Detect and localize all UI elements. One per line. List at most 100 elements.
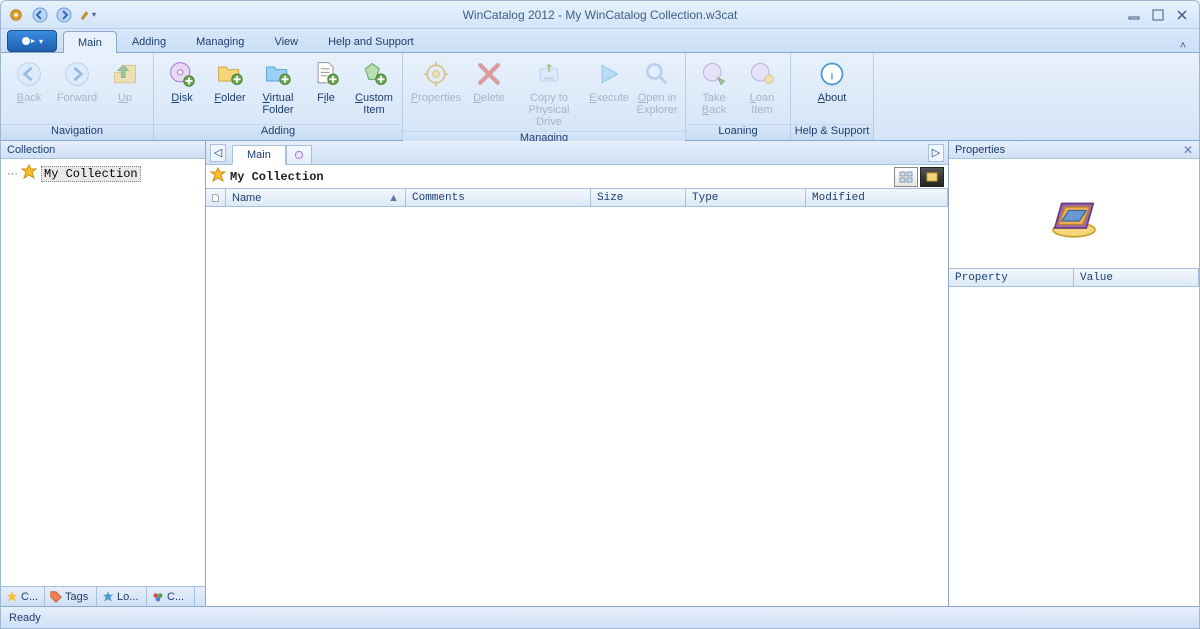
up-button[interactable]: Up <box>101 55 149 107</box>
properties-pane: Properties ✕ Property Value <box>949 141 1199 606</box>
tab-main[interactable]: Main <box>63 31 117 53</box>
view-details-button[interactable] <box>920 167 944 187</box>
tree-item-label: My Collection <box>41 166 141 182</box>
ribbon: Back Forward Up Navigation Disk Folder V… <box>1 53 1199 141</box>
app-icon[interactable] <box>5 5 27 25</box>
folder-button[interactable]: Folder <box>206 55 254 107</box>
folder-icon <box>214 58 246 90</box>
tags-tab-icon <box>49 590 63 604</box>
quick-access-toolbar: ▾ <box>1 5 103 25</box>
about-button[interactable]: iAbout <box>795 55 869 107</box>
tab-view[interactable]: View <box>259 30 313 52</box>
app-window: ▾ WinCatalog 2012 - My WinCatalog Collec… <box>0 0 1200 629</box>
btab-contacts[interactable]: C... <box>147 587 195 606</box>
execute-icon <box>593 58 625 90</box>
btab-tags[interactable]: Tags <box>45 587 97 606</box>
group-help-support: iAbout Help & Support <box>791 53 874 140</box>
status-bar: Ready <box>1 606 1199 628</box>
content-pane: ◁ Main ▷ My Collection Name▲ Comments Si… <box>206 141 949 606</box>
window-controls <box>1125 8 1199 22</box>
contacts-tab-icon <box>151 590 165 604</box>
grid-header: Name▲ Comments Size Type Modified <box>206 189 948 207</box>
maximize-button[interactable] <box>1149 8 1167 22</box>
tabs-scroll-right[interactable]: ▷ <box>928 144 944 162</box>
properties-header: Properties ✕ <box>949 141 1199 159</box>
locations-tab-icon <box>101 590 115 604</box>
minimize-button[interactable] <box>1125 8 1143 22</box>
search-tab-icon <box>293 149 305 161</box>
tab-help[interactable]: Help and Support <box>313 30 429 52</box>
window-title: WinCatalog 2012 - My WinCatalog Collecti… <box>463 8 738 22</box>
up-icon <box>109 58 141 90</box>
customize-icon[interactable]: ▾ <box>77 5 99 25</box>
forward-icon <box>61 58 93 90</box>
delete-icon <box>473 58 505 90</box>
doc-tab-main[interactable]: Main <box>232 145 286 165</box>
title-bar: ▾ WinCatalog 2012 - My WinCatalog Collec… <box>1 1 1199 29</box>
back-icon[interactable] <box>29 5 51 25</box>
col-comments[interactable]: Comments <box>406 189 591 206</box>
virtual-folder-icon <box>262 58 294 90</box>
tab-adding[interactable]: Adding <box>117 30 181 52</box>
copy-to-drive-button[interactable]: Copy toPhysical Drive <box>513 55 585 131</box>
file-icon <box>310 58 342 90</box>
custom-item-button[interactable]: CustomItem <box>350 55 398 119</box>
view-thumbnails-button[interactable] <box>894 167 918 187</box>
close-button[interactable] <box>1173 8 1191 22</box>
group-navigation: Back Forward Up Navigation <box>1 53 154 140</box>
path-bar: My Collection <box>206 165 948 189</box>
file-button[interactable]: File <box>302 55 350 107</box>
forward-button[interactable]: Forward <box>53 55 101 107</box>
col-size[interactable]: Size <box>591 189 686 206</box>
collection-pane: Collection ⋯ My Collection C... Tags Lo.… <box>1 141 206 606</box>
delete-button[interactable]: Delete <box>465 55 513 107</box>
tree-connector: ⋯ <box>7 167 17 180</box>
grid-body[interactable] <box>206 207 948 606</box>
document-tabs: ◁ Main ▷ <box>206 141 948 165</box>
col-modified[interactable]: Modified <box>806 189 948 206</box>
execute-button[interactable]: Execute <box>585 55 633 107</box>
collection-tab-icon <box>5 590 19 604</box>
tabs-scroll-left[interactable]: ◁ <box>210 144 226 162</box>
back-button[interactable]: Back <box>5 55 53 107</box>
sort-asc-icon: ▲ <box>388 192 399 204</box>
group-managing: Properties Delete Copy toPhysical Drive … <box>403 53 686 140</box>
forward-icon[interactable] <box>53 5 75 25</box>
virtual-folder-button[interactable]: VirtualFolder <box>254 55 302 119</box>
path-text: My Collection <box>226 170 892 184</box>
left-bottom-tabs: C... Tags Lo... C... <box>1 586 205 606</box>
loan-icon <box>746 58 778 90</box>
tree-root-item[interactable]: ⋯ My Collection <box>5 163 201 184</box>
col-value[interactable]: Value <box>1074 269 1199 286</box>
doc-tab-search[interactable] <box>286 145 312 165</box>
col-icon[interactable] <box>206 189 226 206</box>
btab-locations[interactable]: Lo... <box>97 587 147 606</box>
ribbon-collapse-icon[interactable]: ˄ <box>1175 40 1191 52</box>
collection-icon <box>21 164 37 183</box>
loan-item-button[interactable]: LoanItem <box>738 55 786 119</box>
col-type[interactable]: Type <box>686 189 806 206</box>
preview-area <box>949 159 1199 269</box>
ribbon-tab-row: ▾ Main Adding Managing View Help and Sup… <box>1 29 1199 53</box>
path-icon <box>210 167 226 186</box>
disk-button[interactable]: Disk <box>158 55 206 107</box>
col-name[interactable]: Name▲ <box>226 189 406 206</box>
app-menu-button[interactable]: ▾ <box>7 30 57 52</box>
open-explorer-button[interactable]: Open inExplorer <box>633 55 681 119</box>
file-col-icon <box>212 192 219 204</box>
col-property[interactable]: Property <box>949 269 1074 286</box>
properties-button[interactable]: Properties <box>407 55 465 107</box>
preview-icon <box>1046 186 1102 242</box>
collection-tree[interactable]: ⋯ My Collection <box>1 159 205 586</box>
explorer-icon <box>641 58 673 90</box>
properties-close-icon[interactable]: ✕ <box>1183 143 1193 157</box>
workspace: Collection ⋯ My Collection C... Tags Lo.… <box>1 141 1199 606</box>
tab-managing[interactable]: Managing <box>181 30 259 52</box>
copy-icon <box>533 58 565 90</box>
custom-item-icon <box>358 58 390 90</box>
properties-grid-header: Property Value <box>949 269 1199 287</box>
btab-collection[interactable]: C... <box>1 587 45 606</box>
properties-grid-body[interactable] <box>949 287 1199 606</box>
about-icon: i <box>816 58 848 90</box>
take-back-button[interactable]: TakeBack <box>690 55 738 119</box>
